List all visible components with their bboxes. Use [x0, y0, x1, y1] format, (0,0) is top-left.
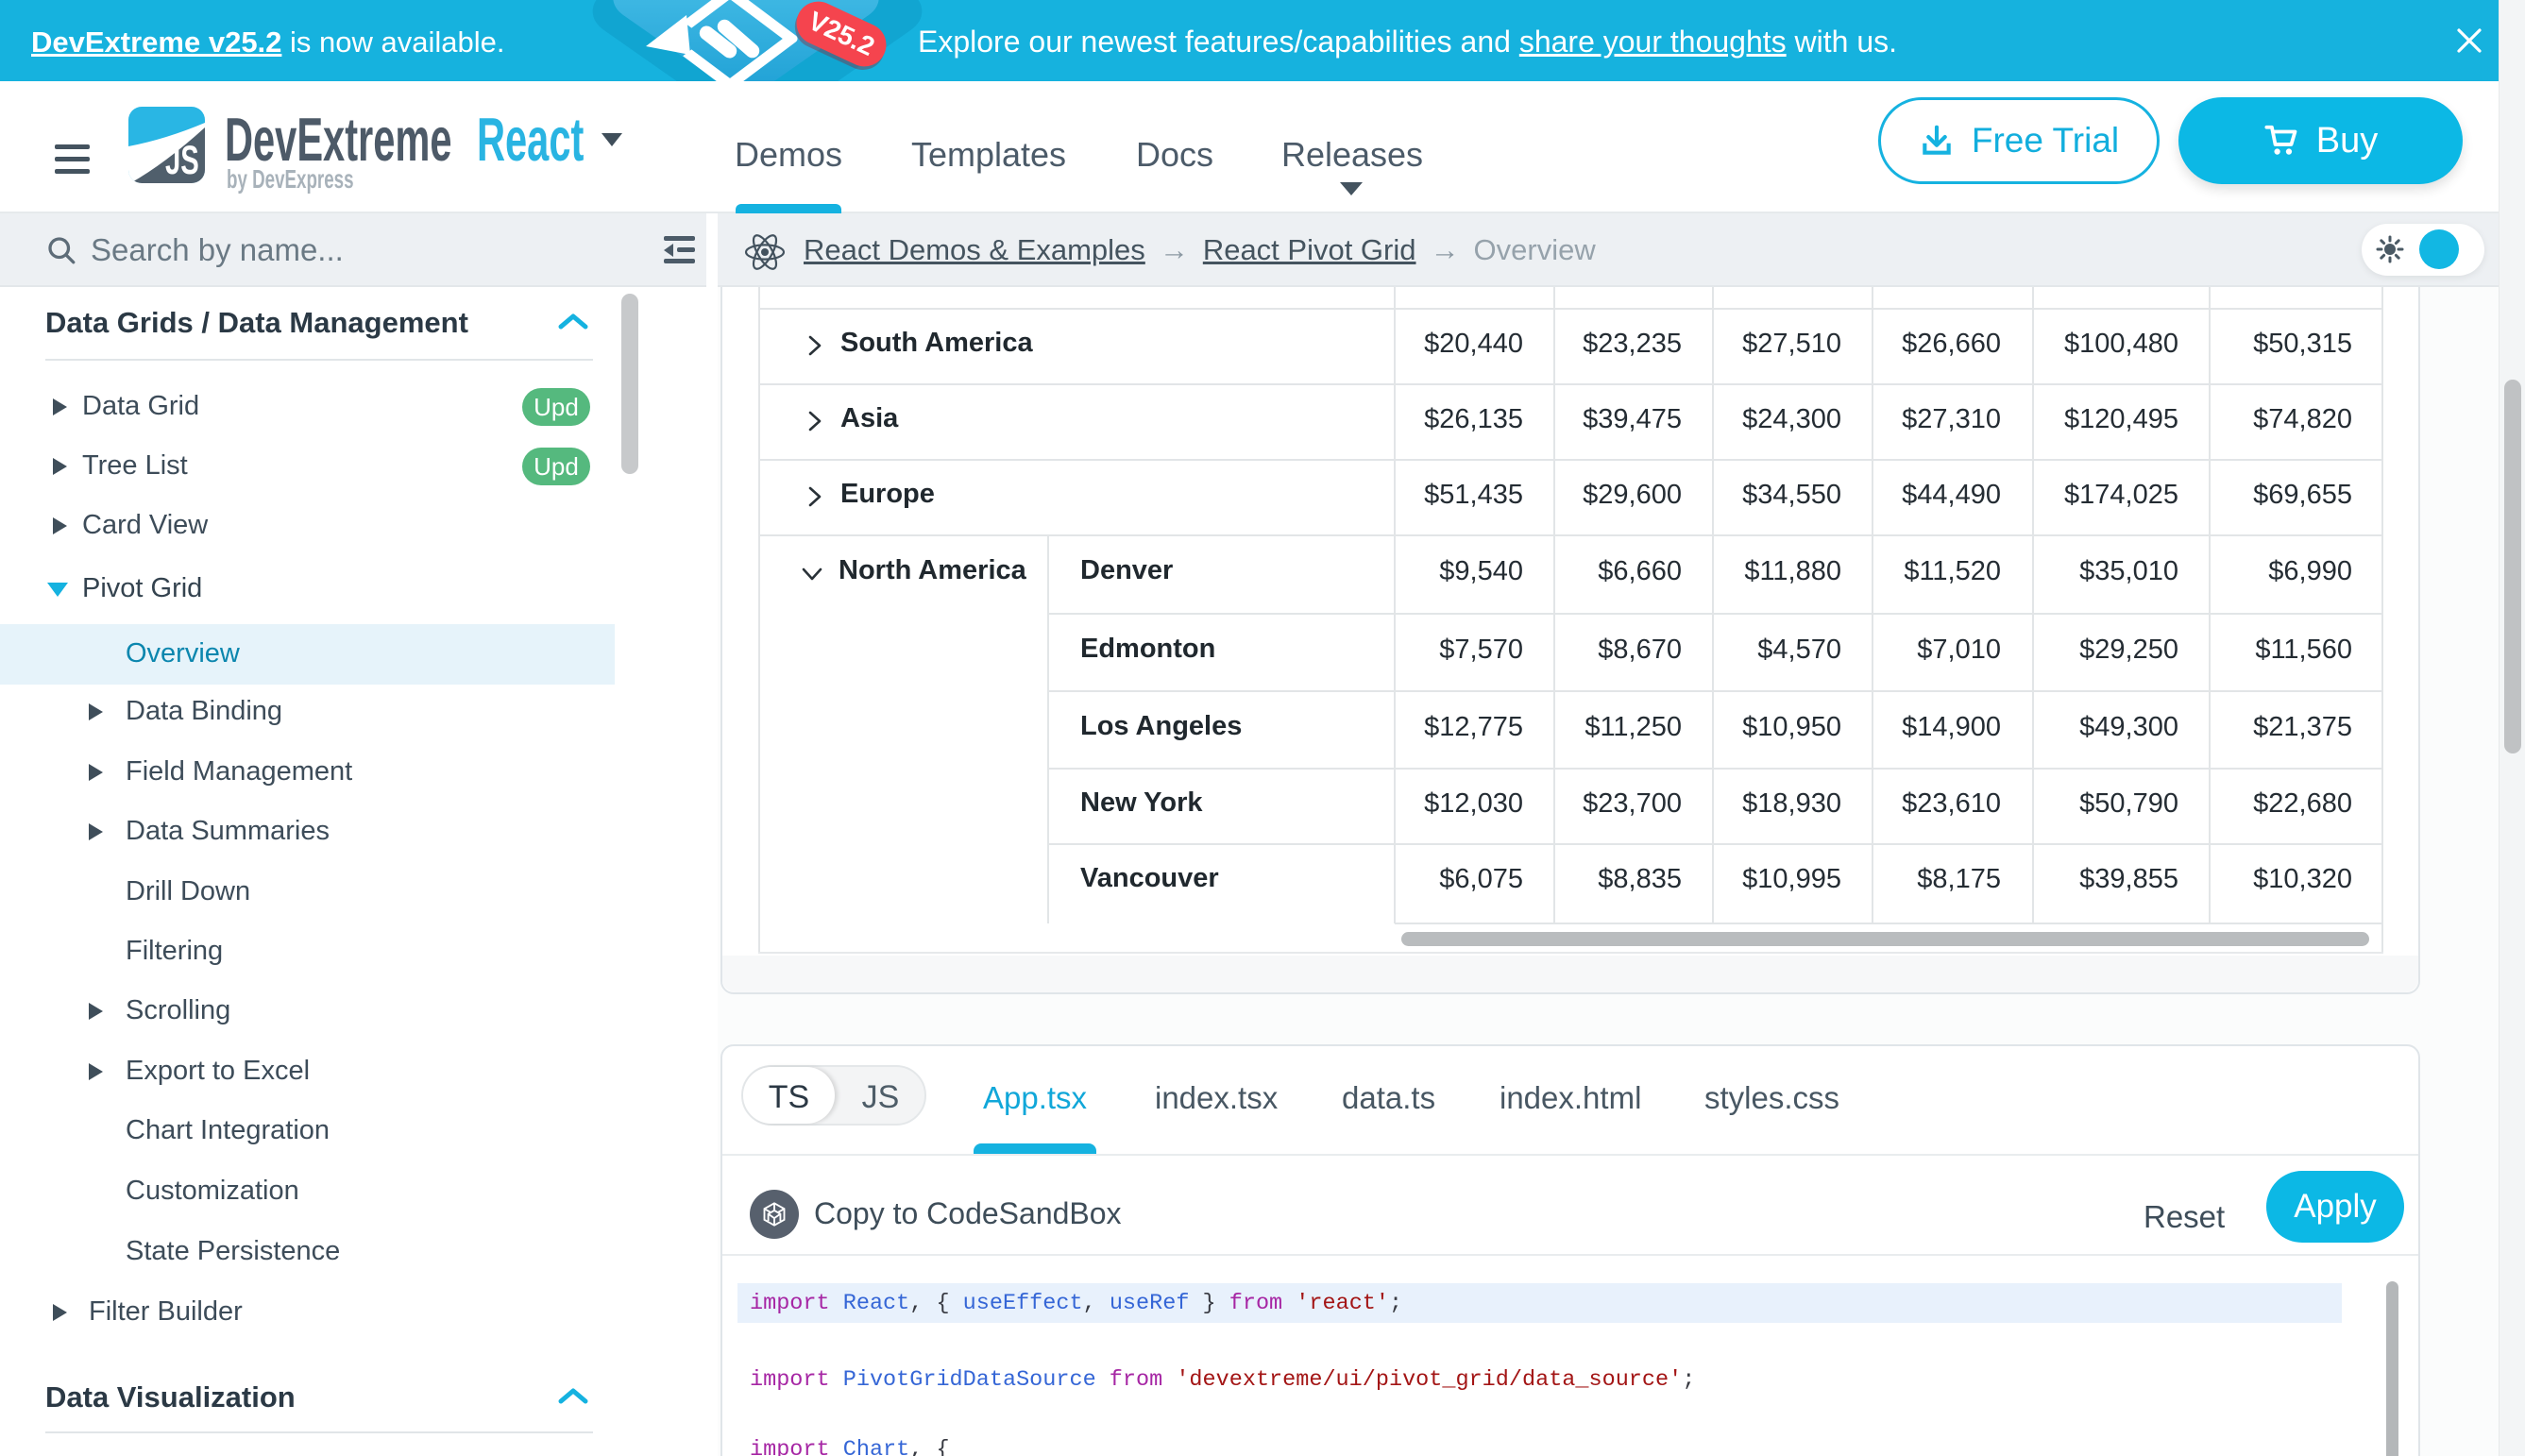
svg-text:JS: JS [165, 137, 199, 182]
